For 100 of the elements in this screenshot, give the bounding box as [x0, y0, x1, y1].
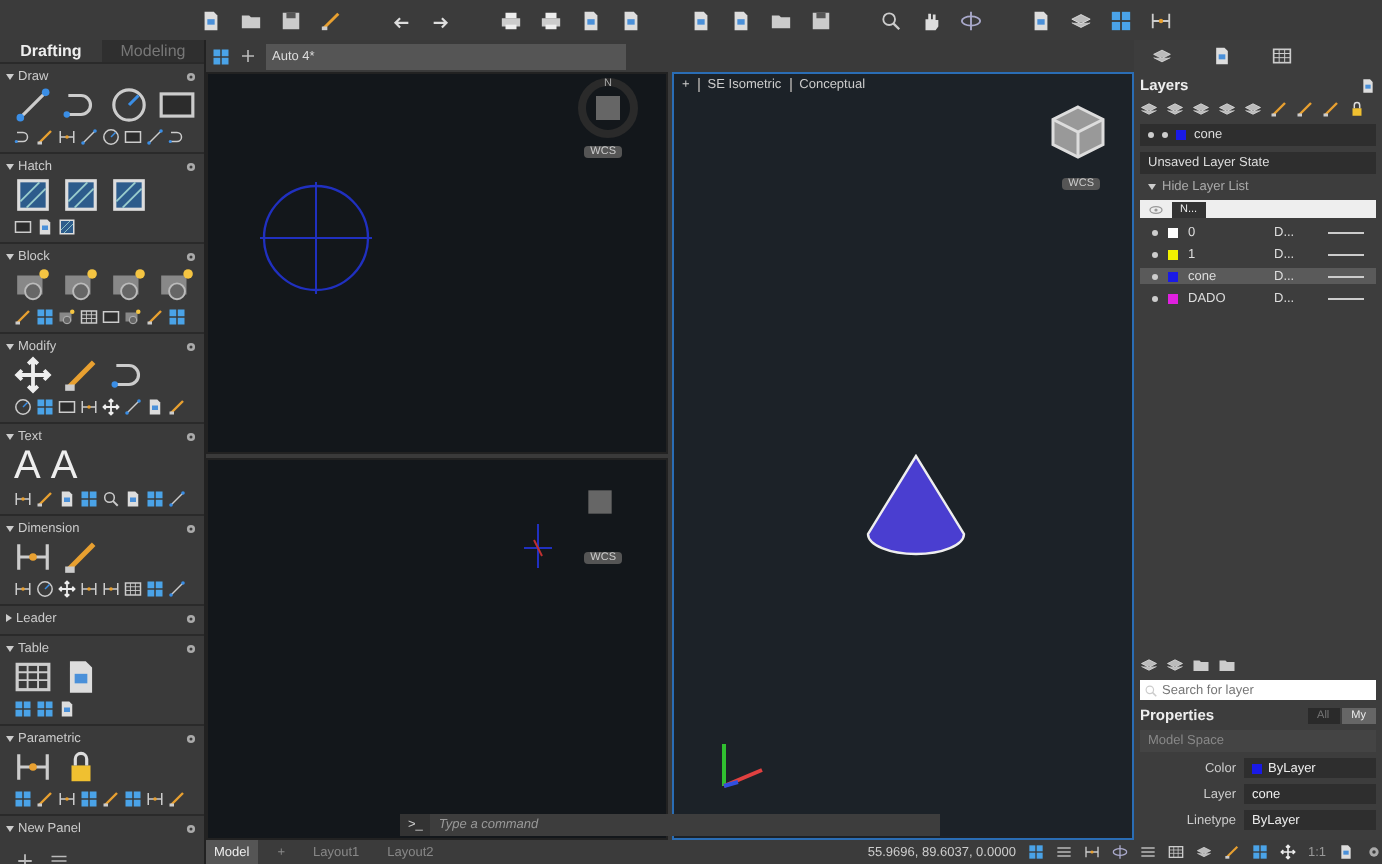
line-icon[interactable]: [124, 398, 142, 416]
settings-icon[interactable]: [184, 249, 198, 263]
search-icon[interactable]: [880, 9, 902, 31]
table-icon[interactable]: [14, 658, 52, 696]
dimension-icon[interactable]: [1083, 844, 1100, 860]
block-icon[interactable]: [124, 308, 142, 326]
dimension-icon[interactable]: [80, 398, 98, 416]
settings-icon[interactable]: [184, 821, 198, 835]
dimension-icon[interactable]: [14, 748, 52, 786]
line-icon[interactable]: [168, 580, 186, 598]
settings-icon[interactable]: [1366, 844, 1382, 860]
table-icon[interactable]: [1167, 844, 1184, 860]
rectangle-icon[interactable]: [158, 86, 196, 124]
line-icon[interactable]: [14, 86, 52, 124]
dimension-icon[interactable]: [14, 490, 32, 508]
move-icon[interactable]: [1279, 844, 1296, 860]
hatch-icon[interactable]: [58, 218, 76, 236]
pencil-icon[interactable]: [62, 538, 100, 576]
document-icon[interactable]: [1030, 9, 1052, 31]
circle-icon[interactable]: [14, 398, 32, 416]
grid-icon[interactable]: [1110, 9, 1132, 31]
save-icon[interactable]: [280, 9, 302, 31]
layers-icon[interactable]: [1152, 45, 1172, 65]
printer-icon[interactable]: [500, 9, 522, 31]
rectangle-icon[interactable]: [102, 308, 120, 326]
settings-icon[interactable]: [184, 429, 198, 443]
layers-icon[interactable]: [1195, 844, 1212, 860]
settings-icon[interactable]: [184, 641, 198, 655]
disclosure-triangle-icon[interactable]: [6, 253, 14, 259]
disclosure-triangle-icon[interactable]: [6, 525, 14, 531]
hatch-icon[interactable]: [14, 176, 52, 214]
grid-icon[interactable]: [1251, 844, 1268, 860]
document-icon[interactable]: [1338, 844, 1354, 860]
grid-icon[interactable]: [80, 790, 98, 808]
document-icon[interactable]: [58, 700, 76, 718]
document-icon[interactable]: [36, 218, 54, 236]
save-icon[interactable]: [810, 9, 832, 31]
orbit-icon[interactable]: [960, 9, 982, 31]
pencil-icon[interactable]: [102, 790, 120, 808]
document-icon[interactable]: [1360, 77, 1376, 93]
grid-icon[interactable]: [146, 580, 164, 598]
dimension-icon[interactable]: [58, 128, 76, 146]
grid-icon[interactable]: [14, 790, 32, 808]
document-icon[interactable]: [580, 9, 602, 31]
document-icon[interactable]: [58, 490, 76, 508]
rectangle-icon[interactable]: [124, 128, 142, 146]
view-cube-icon[interactable]: [1048, 102, 1108, 162]
text-tool-icon[interactable]: A: [14, 446, 41, 486]
disclosure-triangle-icon[interactable]: [6, 735, 14, 741]
layers-icon[interactable]: [1140, 100, 1158, 118]
arc-icon[interactable]: [168, 128, 186, 146]
layers-icon[interactable]: [1070, 9, 1092, 31]
document-icon[interactable]: [690, 9, 712, 31]
circle-icon[interactable]: [102, 128, 120, 146]
line-icon[interactable]: [80, 128, 98, 146]
pencil-icon[interactable]: [168, 790, 186, 808]
grid-icon[interactable]: [36, 700, 54, 718]
settings-icon[interactable]: [184, 159, 198, 173]
pencil-icon[interactable]: [146, 308, 164, 326]
orbit-icon[interactable]: [1111, 844, 1128, 860]
dimension-icon[interactable]: [146, 790, 164, 808]
list-icon[interactable]: [1055, 844, 1072, 860]
block-icon[interactable]: [62, 266, 100, 304]
disclosure-triangle-icon[interactable]: [6, 433, 14, 439]
lock-icon[interactable]: [1348, 100, 1366, 118]
table-icon[interactable]: [124, 580, 142, 598]
move-icon[interactable]: [58, 580, 76, 598]
document-icon[interactable]: [730, 9, 752, 31]
pencil-icon[interactable]: [36, 490, 54, 508]
circle-icon[interactable]: [36, 580, 54, 598]
pencil-icon[interactable]: [36, 790, 54, 808]
document-icon[interactable]: [1212, 45, 1232, 65]
circle-icon[interactable]: [110, 86, 148, 124]
line-icon[interactable]: [168, 490, 186, 508]
hatch-icon[interactable]: [62, 176, 100, 214]
document-icon[interactable]: [620, 9, 642, 31]
line-icon[interactable]: [146, 128, 164, 146]
pencil-icon[interactable]: [36, 128, 54, 146]
grid-icon[interactable]: [14, 700, 32, 718]
grid-icon[interactable]: [212, 47, 230, 65]
block-icon[interactable]: [14, 266, 52, 304]
pencil-icon[interactable]: [14, 308, 32, 326]
text-tool-icon[interactable]: A: [50, 446, 78, 486]
block-icon[interactable]: [110, 266, 148, 304]
dimension-icon[interactable]: [80, 580, 98, 598]
disclosure-triangle-icon[interactable]: [6, 645, 14, 651]
layers-icon[interactable]: [1166, 100, 1184, 118]
settings-icon[interactable]: [184, 521, 198, 535]
disclosure-triangle-icon[interactable]: [6, 614, 12, 622]
block-icon[interactable]: [158, 266, 196, 304]
pencil-icon[interactable]: [1322, 100, 1340, 118]
layers-icon[interactable]: [1140, 656, 1158, 674]
grid-icon[interactable]: [36, 398, 54, 416]
settings-icon[interactable]: [184, 69, 198, 83]
palette-tab[interactable]: Drafting: [0, 40, 102, 62]
grid-icon[interactable]: [146, 490, 164, 508]
arc-icon[interactable]: [14, 128, 32, 146]
layers-icon[interactable]: [1218, 100, 1236, 118]
dimension-icon[interactable]: [58, 790, 76, 808]
printer-icon[interactable]: [540, 9, 562, 31]
